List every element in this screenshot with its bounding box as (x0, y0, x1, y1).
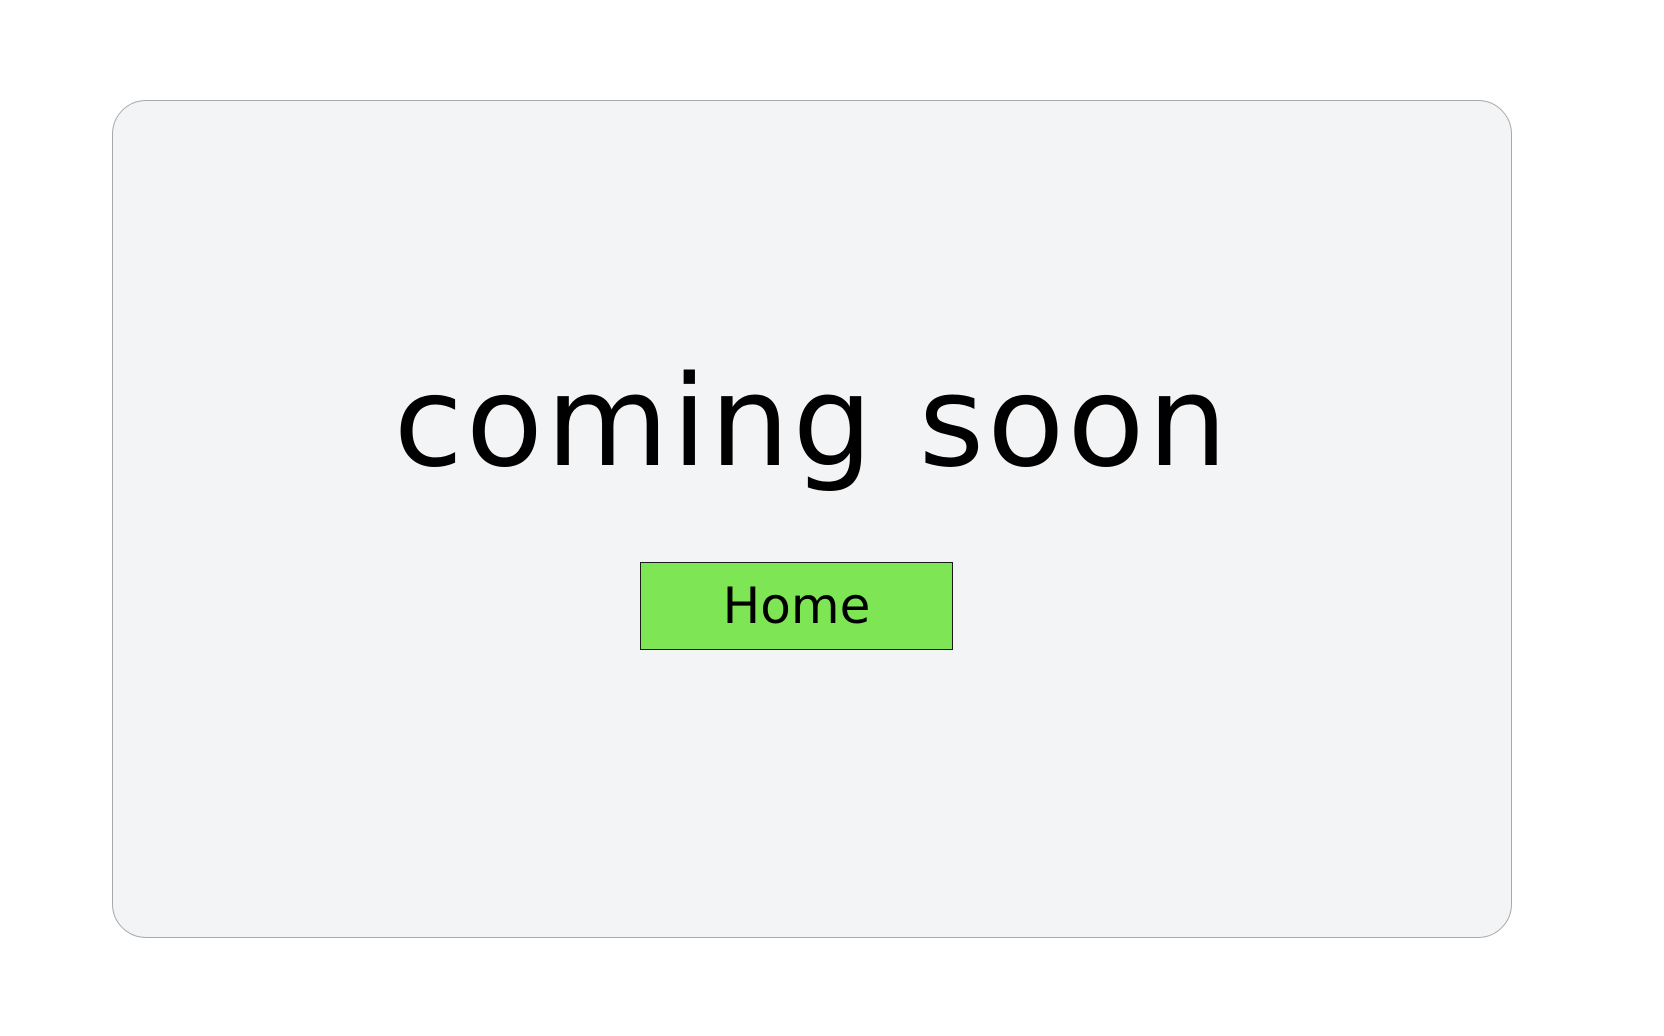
home-button[interactable]: Home (640, 562, 953, 650)
coming-soon-card: coming soon Home (112, 100, 1512, 938)
coming-soon-heading: coming soon (393, 348, 1231, 495)
